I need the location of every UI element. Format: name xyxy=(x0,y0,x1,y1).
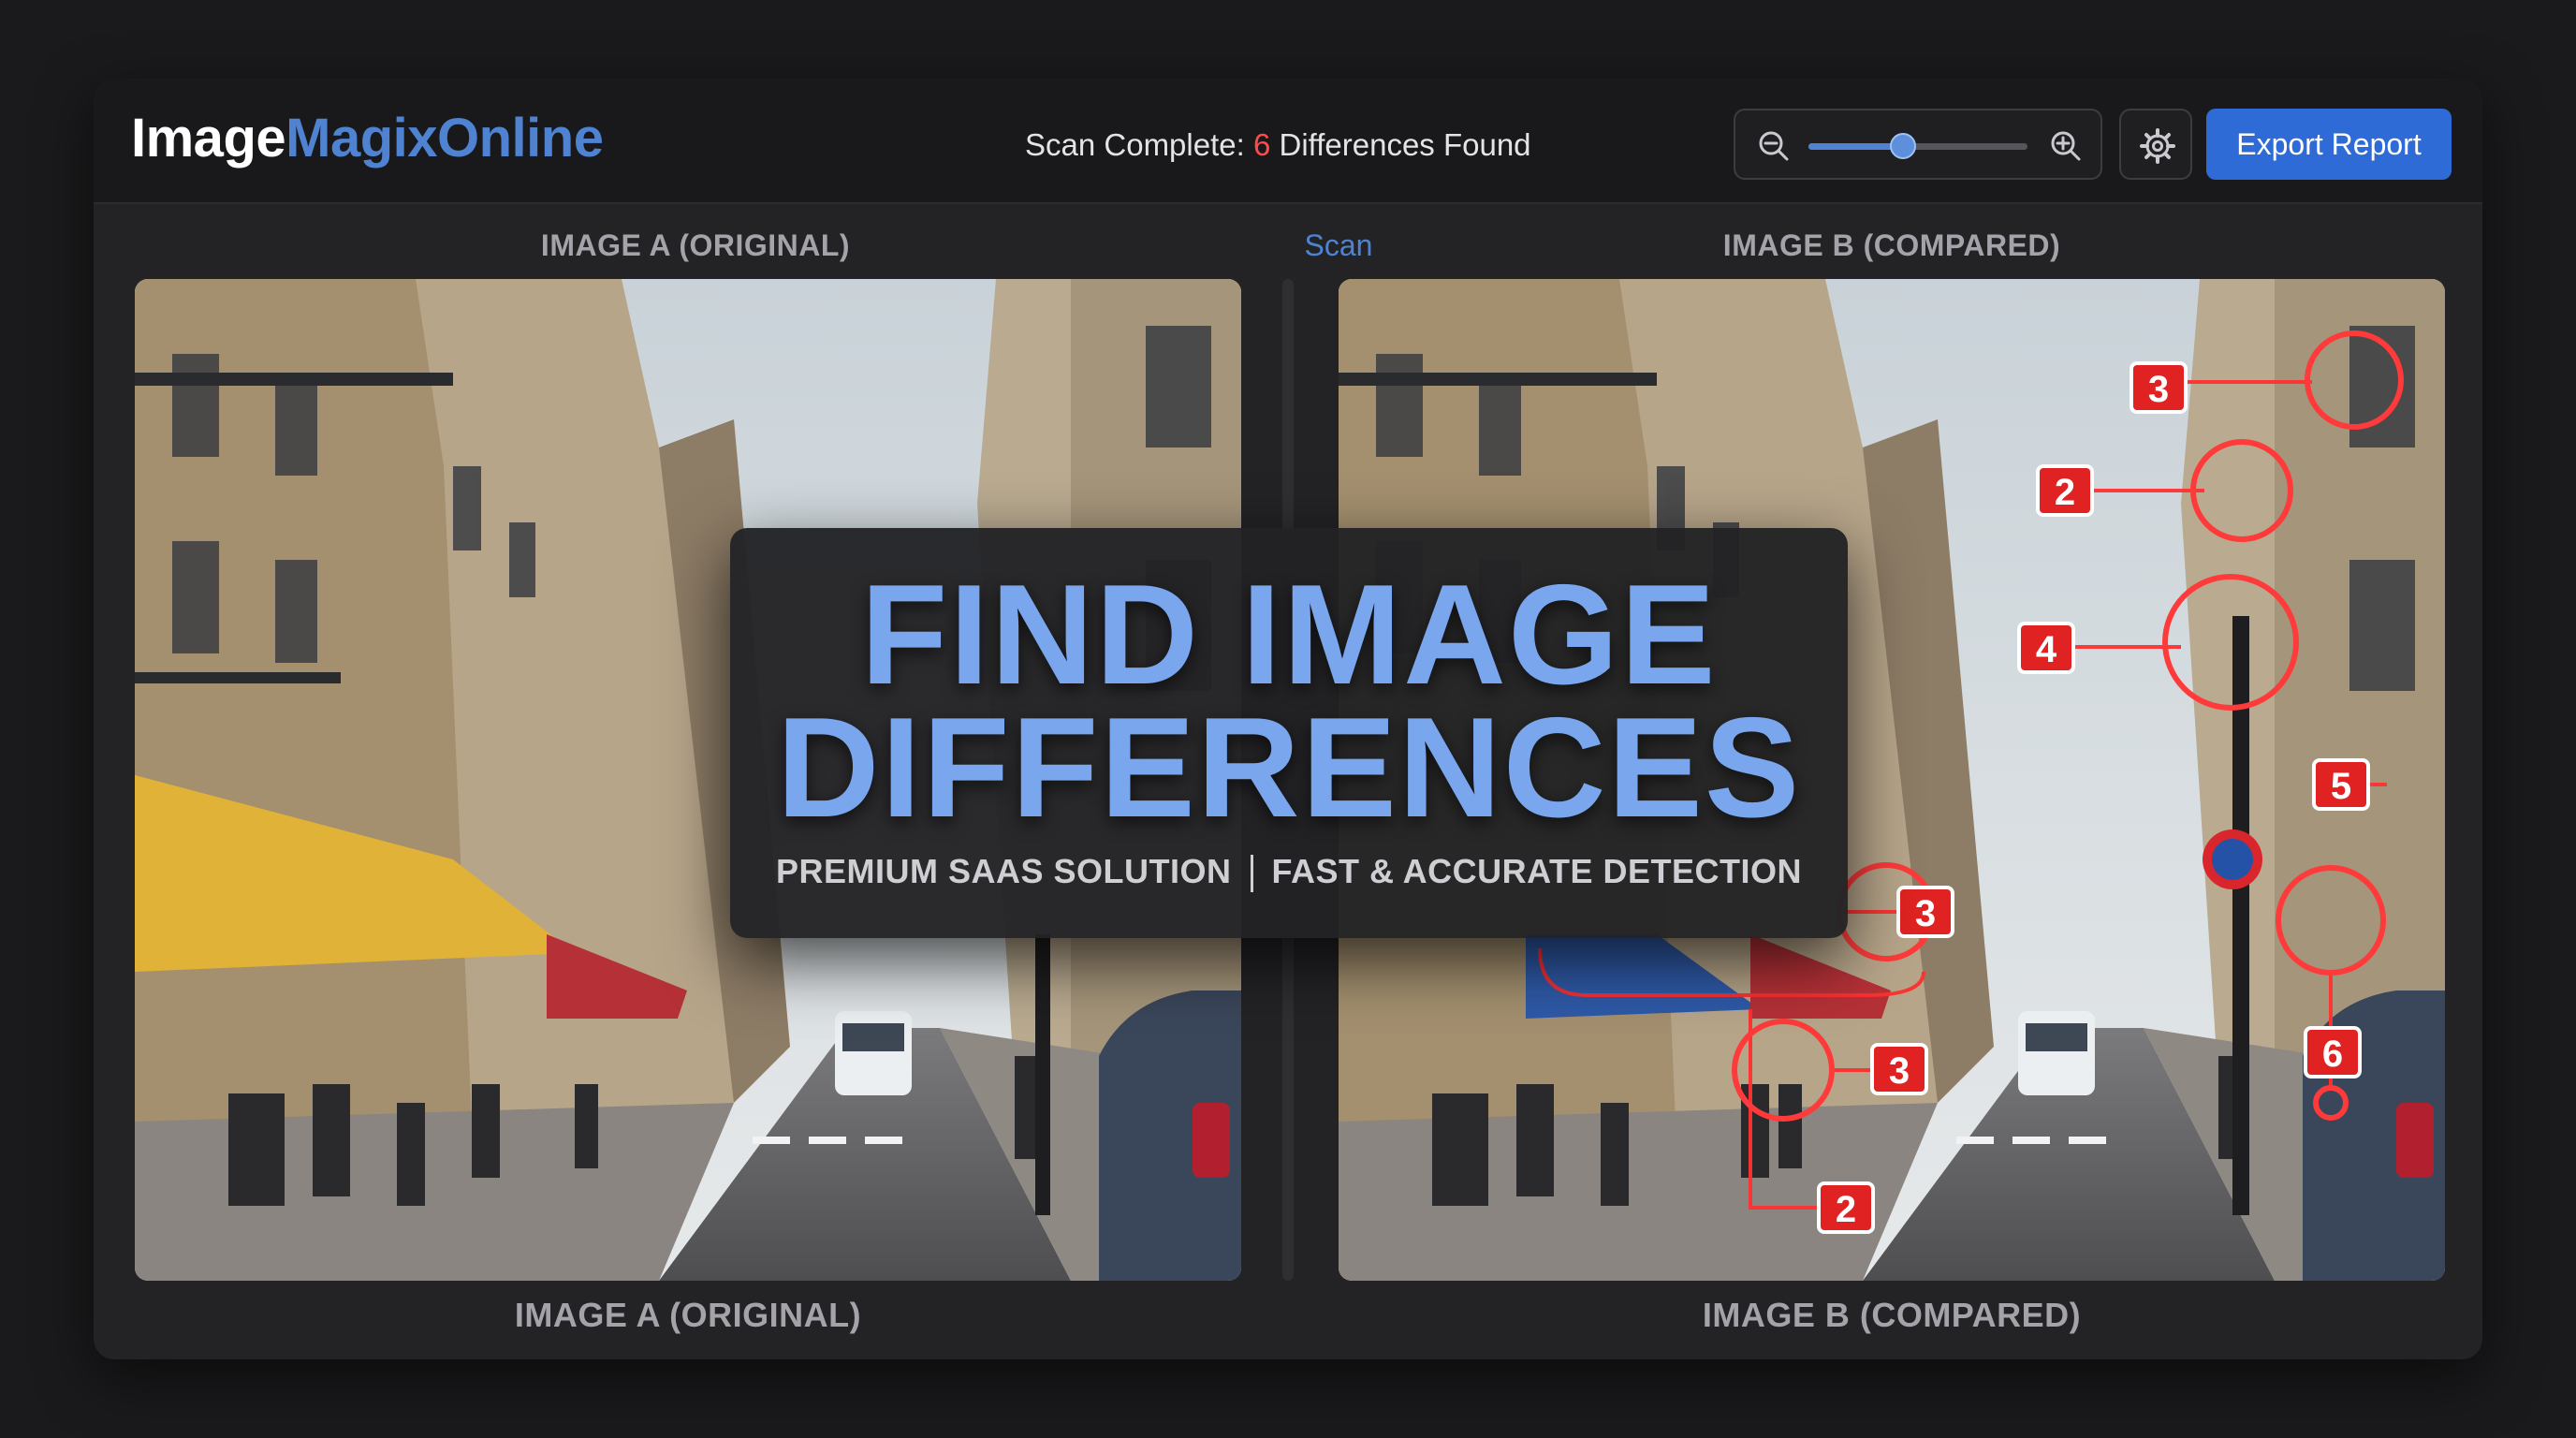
difference-marker-label: 6 xyxy=(2322,1034,2343,1075)
hero-subtitle-separator xyxy=(1250,855,1253,893)
zoom-out-icon[interactable] xyxy=(1755,127,1793,165)
settings-button[interactable] xyxy=(2119,109,2192,180)
top-bar: ImageMagixOnline Scan Complete: 6 Differ… xyxy=(94,79,2482,204)
zoom-slider-fill xyxy=(1808,143,1903,150)
zoom-slider[interactable] xyxy=(1808,133,2027,159)
image-b-bottom-label: IMAGE B (COMPARED) xyxy=(1702,1296,2082,1334)
scan-status-prefix: Scan Complete: xyxy=(1025,127,1253,162)
scan-status: Scan Complete: 6 Differences Found xyxy=(1025,127,1531,163)
image-b-top-label: IMAGE B (COMPARED) xyxy=(1722,228,2061,262)
export-report-button[interactable]: Export Report xyxy=(2206,109,2452,180)
scan-status-suffix: Differences Found xyxy=(1270,127,1531,162)
gear-icon xyxy=(2140,128,2175,164)
difference-marker-label: 2 xyxy=(2055,472,2075,513)
image-a-bottom-label: IMAGE A (ORIGINAL) xyxy=(514,1296,862,1334)
hero-subtitle: PREMIUM SAAS SOLUTION FAST & ACCURATE DET… xyxy=(730,852,1848,893)
difference-marker-label: 2 xyxy=(1836,1189,1856,1230)
app-logo[interactable]: ImageMagixOnline xyxy=(131,107,604,169)
zoom-in-icon[interactable] xyxy=(2047,127,2085,165)
difference-marker-label: 3 xyxy=(2148,369,2169,410)
image-a-top-label: IMAGE A (ORIGINAL) xyxy=(540,228,851,262)
hero-title-line2: DIFFERENCES xyxy=(776,688,1802,847)
difference-marker-label: 5 xyxy=(2331,766,2351,807)
zoom-control xyxy=(1734,109,2102,180)
difference-count: 6 xyxy=(1252,127,1271,162)
hero-title-line1: FIND IMAGE xyxy=(860,555,1718,714)
difference-marker-label: 4 xyxy=(2036,629,2057,670)
difference-marker-label: 3 xyxy=(1889,1050,1910,1092)
hero-overlay: FIND IMAGE DIFFERENCES PREMIUM SAAS SOLU… xyxy=(730,528,1848,938)
logo-image-text: Image xyxy=(131,108,286,169)
zoom-slider-thumb[interactable] xyxy=(1889,133,1916,159)
app-window: ImageMagixOnline Scan Complete: 6 Differ… xyxy=(94,79,2482,1359)
difference-marker-label: 3 xyxy=(1915,893,1936,934)
hero-subtitle-left: PREMIUM SAAS SOLUTION xyxy=(775,852,1232,890)
hero-subtitle-right: FAST & ACCURATE DETECTION xyxy=(1271,852,1802,890)
logo-magix-text: MagixOnline xyxy=(285,108,604,169)
